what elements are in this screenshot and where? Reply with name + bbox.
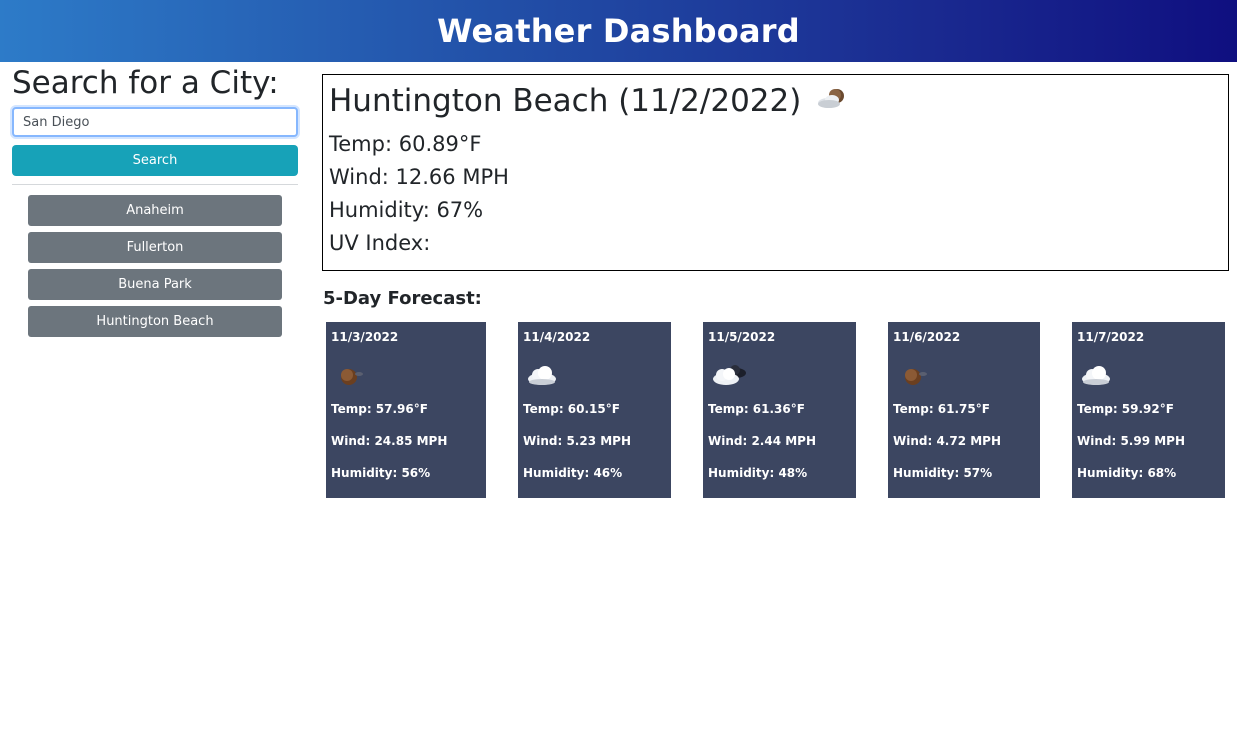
- current-wind: Wind: 12.66 MPH: [329, 165, 509, 189]
- forecast-date: 11/7/2022: [1077, 330, 1145, 344]
- forecast-humidity: Humidity: 68%: [1077, 466, 1177, 480]
- current-uv-index: UV Index:: [329, 231, 431, 255]
- forecast-card: 11/6/2022 Temp: 61.75°F Wind: 4.72 MPH H…: [888, 322, 1040, 498]
- current-humidity: Humidity: 67%: [329, 198, 484, 222]
- forecast-card: 11/3/2022 Temp: 57.96°F Wind: 24.85 MPH …: [326, 322, 486, 498]
- search-heading: Search for a City:: [12, 65, 279, 101]
- cloud-icon: [1078, 362, 1118, 388]
- forecast-temp: Temp: 61.36°F: [708, 402, 805, 416]
- forecast-wind: Wind: 5.99 MPH: [1077, 434, 1186, 448]
- forecast-humidity: Humidity: 48%: [708, 466, 808, 480]
- sidebar-divider: [12, 184, 298, 185]
- clear-night-icon: [894, 362, 934, 388]
- clear-night-icon: [332, 362, 372, 388]
- current-city-date: Huntington Beach (11/2/2022): [329, 83, 802, 119]
- city-search-input[interactable]: [12, 107, 298, 137]
- forecast-card: 11/4/2022 Temp: 60.15°F Wind: 5.23 MPH H…: [518, 322, 671, 498]
- search-sidebar: Search for a City: Search Anaheim Fuller…: [12, 66, 298, 343]
- history-city-button[interactable]: Anaheim: [28, 195, 282, 226]
- forecast-wind: Wind: 5.23 MPH: [523, 434, 632, 448]
- forecast-card: 11/5/2022 Temp: 61.36°F Wind: 2.44 MPH H…: [703, 322, 856, 498]
- forecast-temp: Temp: 61.75°F: [893, 402, 990, 416]
- forecast-humidity: Humidity: 57%: [893, 466, 993, 480]
- forecast-date: 11/4/2022: [523, 330, 591, 344]
- forecast-temp: Temp: 60.15°F: [523, 402, 620, 416]
- cloud-icon: [524, 362, 564, 388]
- forecast-wind: Wind: 4.72 MPH: [893, 434, 1002, 448]
- history-city-button[interactable]: Fullerton: [28, 232, 282, 263]
- broken-clouds-icon: [709, 362, 749, 388]
- forecast-humidity: Humidity: 56%: [331, 466, 431, 480]
- history-city-button[interactable]: Huntington Beach: [28, 306, 282, 337]
- forecast-date: 11/3/2022: [331, 330, 399, 344]
- page-title: Weather Dashboard: [437, 12, 800, 50]
- current-temp: Temp: 60.89°F: [329, 132, 482, 156]
- forecast-wind: Wind: 2.44 MPH: [708, 434, 817, 448]
- current-weather-stats: Temp: 60.89°F Wind: 12.66 MPH Humidity: …: [329, 128, 1222, 260]
- forecast-humidity: Humidity: 46%: [523, 466, 623, 480]
- few-clouds-night-icon: [815, 87, 851, 116]
- forecast-card: 11/7/2022 Temp: 59.92°F Wind: 5.99 MPH H…: [1072, 322, 1225, 498]
- search-history: Anaheim Fullerton Buena Park Huntington …: [12, 195, 298, 337]
- history-city-button[interactable]: Buena Park: [28, 269, 282, 300]
- forecast-date: 11/5/2022: [708, 330, 776, 344]
- search-button[interactable]: Search: [12, 145, 298, 176]
- forecast-temp: Temp: 59.92°F: [1077, 402, 1174, 416]
- forecast-title: 5-Day Forecast:: [323, 288, 482, 309]
- forecast-temp: Temp: 57.96°F: [331, 402, 428, 416]
- current-weather-panel: Huntington Beach (11/2/2022) Temp: 60.89…: [322, 74, 1229, 271]
- current-weather-title-row: Huntington Beach (11/2/2022): [329, 82, 1222, 120]
- forecast-wind: Wind: 24.85 MPH: [331, 434, 448, 448]
- forecast-date: 11/6/2022: [893, 330, 961, 344]
- page-header: Weather Dashboard: [0, 0, 1237, 62]
